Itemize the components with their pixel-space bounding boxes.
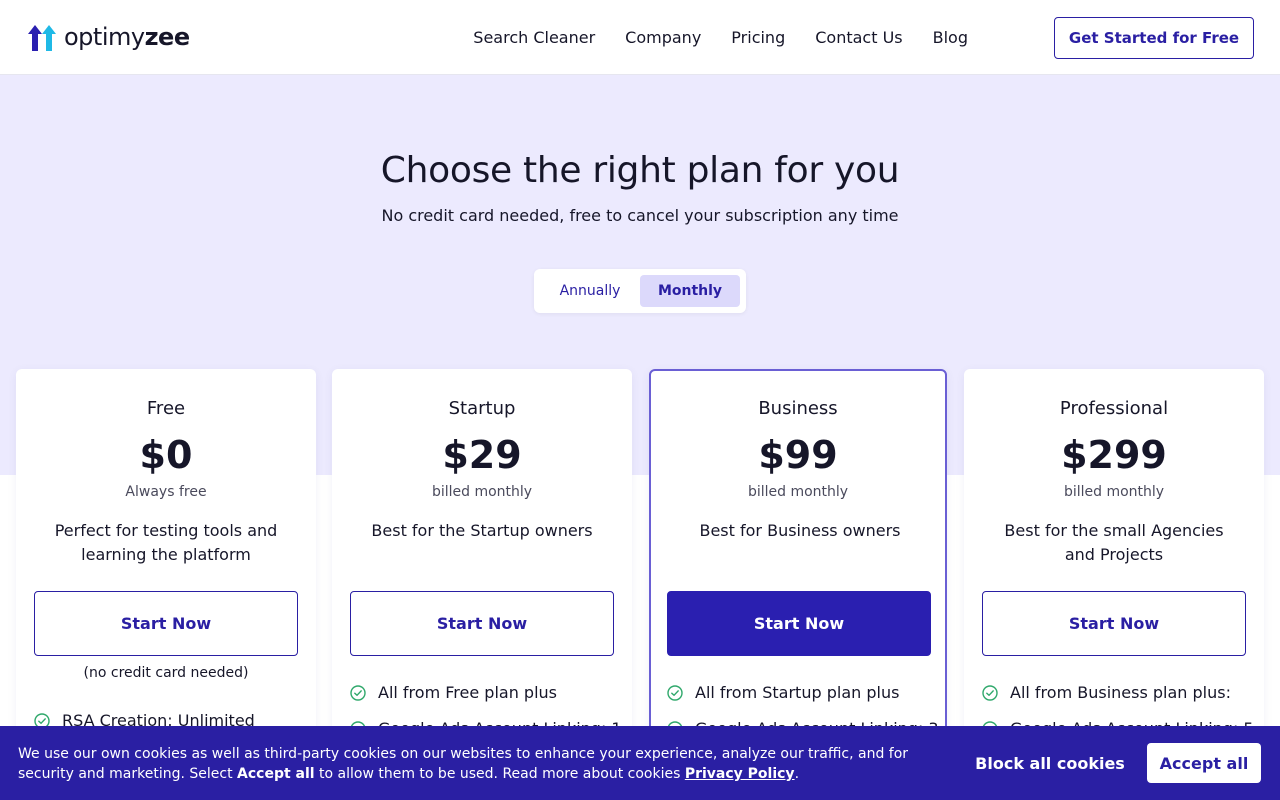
start-now-button-business[interactable]: Start Now — [667, 591, 931, 656]
cookie-message: We use our own cookies as well as third-… — [18, 746, 909, 782]
billing-toggle: Annually Monthly — [534, 269, 746, 313]
logo[interactable]: optimyzee — [26, 22, 190, 52]
logo-mark-icon — [28, 25, 56, 51]
plan-name: Startup — [448, 398, 516, 419]
feature-item: All from Business plan plus: — [982, 683, 1231, 702]
plan-name: Professional — [1059, 398, 1169, 419]
page-subtitle: No credit card needed, free to cancel yo… — [381, 206, 899, 225]
plan-note: (no credit card needed) — [83, 665, 249, 681]
check-circle-icon — [667, 684, 683, 701]
plan-description: Best for the Startup owners — [371, 521, 593, 540]
plan-description: Perfect for testing tools and learning t… — [54, 521, 278, 564]
accept-all-button[interactable]: Accept all — [1147, 743, 1261, 783]
get-started-button[interactable]: Get Started for Free — [1054, 17, 1254, 59]
main-nav: Search Cleaner Company Pricing Contact U… — [473, 0, 968, 75]
plan-price: $99 — [758, 433, 838, 477]
nav-search-cleaner[interactable]: Search Cleaner — [473, 28, 595, 47]
start-now-button-free[interactable]: Start Now — [34, 591, 298, 656]
feature-item: All from Startup plan plus — [667, 683, 899, 702]
logo-text: optimyzee — [64, 23, 190, 51]
nav-contact-us[interactable]: Contact Us — [815, 28, 902, 47]
site-header: optimyzee Search Cleaner Company Pricing… — [0, 0, 1280, 75]
start-now-button-startup[interactable]: Start Now — [350, 591, 614, 656]
toggle-annually[interactable]: Annually — [542, 275, 638, 307]
plan-period: billed monthly — [431, 484, 533, 500]
nav-company[interactable]: Company — [625, 28, 701, 47]
page-title: Choose the right plan for you — [380, 150, 900, 191]
plan-period: billed monthly — [1063, 484, 1165, 500]
plan-price: $0 — [139, 433, 193, 477]
toggle-monthly[interactable]: Monthly — [640, 275, 740, 307]
plan-description: Best for the small Agencies and Projects — [1004, 521, 1224, 564]
privacy-policy-link[interactable]: Privacy Policy — [685, 766, 795, 782]
block-all-cookies-button[interactable]: Block all cookies — [962, 743, 1138, 783]
nav-blog[interactable]: Blog — [933, 28, 968, 47]
plan-price: $299 — [1061, 433, 1167, 477]
feature-item: All from Free plan plus — [350, 683, 557, 702]
cookie-banner: We use our own cookies as well as third-… — [0, 726, 1280, 800]
plan-name: Business — [758, 398, 838, 419]
check-circle-icon — [982, 684, 998, 701]
plan-period: Always free — [125, 484, 207, 500]
plan-description: Best for Business owners — [699, 521, 901, 540]
start-now-button-professional[interactable]: Start Now — [982, 591, 1246, 656]
nav-pricing[interactable]: Pricing — [731, 28, 785, 47]
check-circle-icon — [350, 684, 366, 701]
plan-period: billed monthly — [747, 484, 849, 500]
plan-name: Free — [146, 398, 186, 419]
plan-price: $29 — [442, 433, 522, 477]
